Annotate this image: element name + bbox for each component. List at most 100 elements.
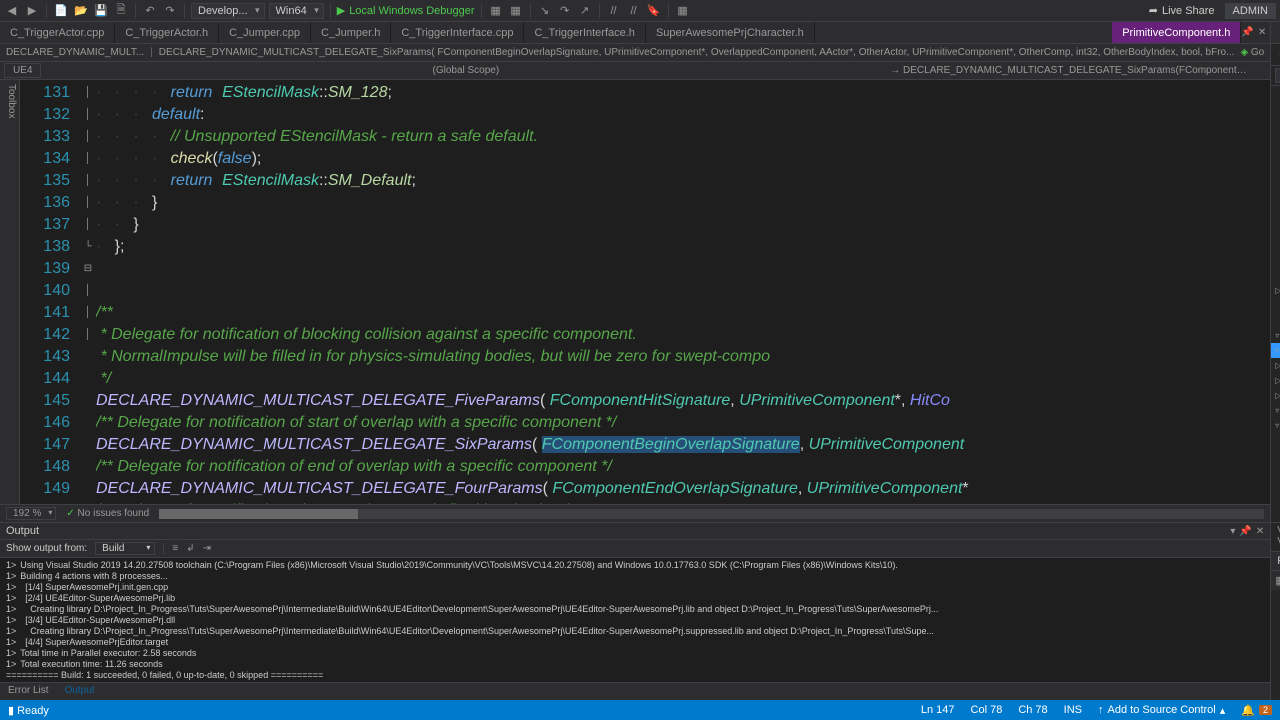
bc-go[interactable]: Go xyxy=(1240,47,1264,58)
se-tree-node[interactable]: ▿Source xyxy=(1271,403,1280,418)
redo-icon[interactable]: ↷ xyxy=(162,3,178,19)
se-tab[interactable]: VA View xyxy=(1271,523,1280,551)
se-tree-node[interactable]: C_Jumper.h xyxy=(1271,448,1280,463)
left-toolbox-tab[interactable]: Toolbox xyxy=(0,80,20,504)
se-tree-node[interactable]: ▷Config xyxy=(1271,388,1280,403)
se-search-input[interactable] xyxy=(1275,68,1280,83)
se-tree-node[interactable]: ▿SuperAwesomePrj xyxy=(1271,343,1280,358)
se-tree-node[interactable]: C_Jumper.cpp xyxy=(1271,433,1280,448)
file-tab[interactable]: C_TriggerActor.h xyxy=(115,22,219,43)
bottom-tab-errorlist[interactable]: Error List xyxy=(0,683,57,700)
se-tree-node[interactable]: ▷External Dependencies xyxy=(1271,373,1280,388)
output-next-icon[interactable]: ⇥ xyxy=(203,543,211,554)
scope-member[interactable]: → DECLARE_DYNAMIC_MULTICAST_DELEGATE_Six… xyxy=(890,65,1270,76)
issues-indicator[interactable]: No issues found xyxy=(66,508,149,519)
output-from-dropdown[interactable]: Build xyxy=(95,542,155,555)
platform-dropdown[interactable]: Win64 xyxy=(269,3,324,19)
tb-icon-1[interactable]: ▦ xyxy=(488,3,504,19)
main-toolbar: ◀ ▶ 📄 📂 💾 🗎 ↶ ↷ Develop... Win64 Local W… xyxy=(0,0,1280,22)
output-text[interactable]: Using Visual Studio 2019 14.20.27508 too… xyxy=(0,558,1270,682)
status-bar: ▮ Ready Ln 147 Col 78 Ch 78 INS ↑ Add to… xyxy=(0,700,1280,720)
props-cat-icon[interactable]: ▦ xyxy=(1275,574,1280,587)
se-tree-node[interactable]: VectorVM xyxy=(1271,178,1280,193)
se-tree-node[interactable]: Windows xyxy=(1271,253,1280,268)
status-col: Col 78 xyxy=(971,704,1003,716)
scope-global[interactable]: (Global Scope) xyxy=(41,65,890,76)
admin-badge[interactable]: ADMIN xyxy=(1225,3,1276,19)
se-tree-node[interactable]: C_TriggerActor.h xyxy=(1271,478,1280,493)
se-tree-node[interactable]: VulkanRHI xyxy=(1271,193,1280,208)
tb-uncomment-icon[interactable]: // xyxy=(626,3,642,19)
se-tree-node[interactable]: ▷ThirdParty xyxy=(1271,283,1280,298)
se-tree-node[interactable]: ▿SuperAwesomePrj xyxy=(1271,418,1280,433)
zoom-dropdown[interactable]: 192 % xyxy=(6,507,56,520)
output-wrap-icon[interactable]: ↲ xyxy=(186,543,194,554)
se-tree-node[interactable]: XmlParser xyxy=(1271,268,1280,283)
new-project-icon[interactable]: 📄 xyxy=(53,3,69,19)
file-tab[interactable]: C_TriggerInterface.h xyxy=(524,22,645,43)
nav-fwd-icon[interactable]: ▶ xyxy=(24,3,40,19)
bottom-tab-output[interactable]: Output xyxy=(57,683,103,700)
undo-icon[interactable]: ↶ xyxy=(142,3,158,19)
fold-gutter[interactable]: │││││││└ ⊟│││ xyxy=(80,80,96,504)
status-notifications[interactable]: 🔔2 xyxy=(1241,704,1272,717)
se-tree-node[interactable]: Ue4Game.Target.cs xyxy=(1271,313,1280,328)
output-clear-icon[interactable]: ≡ xyxy=(172,543,178,554)
properties-grid[interactable] xyxy=(1271,590,1280,700)
step-over-icon[interactable]: ↷ xyxy=(557,3,573,19)
bc-item[interactable]: DECLARE_DYNAMIC_MULTICAST_DELEGATE_SixPa… xyxy=(159,47,1235,58)
se-tree-node[interactable]: UtilityShaders xyxy=(1271,163,1280,178)
se-tree-node[interactable]: ▿Games xyxy=(1271,328,1280,343)
open-icon[interactable]: 📂 xyxy=(73,3,89,19)
file-tab[interactable]: SuperAwesomePrjCharacter.h xyxy=(646,22,815,43)
file-tab[interactable]: C_Jumper.h xyxy=(311,22,391,43)
se-home-icon[interactable]: ⌂ xyxy=(1275,48,1280,62)
bottom-tab-strip: Error List Output xyxy=(0,682,1270,700)
h-scrollbar[interactable] xyxy=(159,509,1264,519)
live-share-button[interactable]: Live Share xyxy=(1149,4,1215,17)
close-tab-icon[interactable]: ✕ xyxy=(1258,27,1266,38)
status-ins: INS xyxy=(1064,704,1082,716)
se-tree-node[interactable]: WebBrowser xyxy=(1271,208,1280,223)
se-tree-node[interactable]: UE4Editor.Target.cs xyxy=(1271,298,1280,313)
nav-back-icon[interactable]: ◀ xyxy=(4,3,20,19)
step-out-icon[interactable]: ↗ xyxy=(577,3,593,19)
se-tree-node[interactable]: TimeManagement xyxy=(1271,88,1280,103)
file-tab-active[interactable]: PrimitiveComponent.h xyxy=(1112,22,1241,43)
code-editor[interactable]: 1311321331341351361371381391401411421431… xyxy=(20,80,1270,504)
file-tab[interactable]: C_Jumper.cpp xyxy=(219,22,311,43)
se-tree-node[interactable]: UMG xyxy=(1271,118,1280,133)
se-tree[interactable]: TimeManagementToolboxUMGUnixUnrealAudioU… xyxy=(1271,86,1280,522)
file-tab[interactable]: C_TriggerInterface.cpp xyxy=(391,22,524,43)
output-dropdown-icon[interactable]: ▾ xyxy=(1230,526,1235,537)
tb-bookmark-icon[interactable]: 🔖 xyxy=(646,3,662,19)
status-source-control[interactable]: ↑ Add to Source Control ▴ xyxy=(1098,704,1225,717)
file-tab[interactable]: C_TriggerActor.cpp xyxy=(0,22,115,43)
tb-comment-icon[interactable]: // xyxy=(606,3,622,19)
save-all-icon[interactable]: 🗎 xyxy=(113,3,129,19)
step-into-icon[interactable]: ↘ xyxy=(537,3,553,19)
run-debugger-button[interactable]: Local Windows Debugger xyxy=(337,4,475,17)
scope-project[interactable]: UE4 xyxy=(4,63,41,78)
output-from-label: Show output from: xyxy=(6,543,87,554)
se-tree-node[interactable]: WebBrowserTexture xyxy=(1271,223,1280,238)
se-tree-node[interactable]: Unix xyxy=(1271,133,1280,148)
output-pin-icon[interactable]: 📌 xyxy=(1239,526,1251,537)
code-content[interactable]: · · · · return EStencilMask::SM_128; · ·… xyxy=(96,80,1270,504)
file-tab-strip: C_TriggerActor.cpp C_TriggerActor.h C_Ju… xyxy=(0,22,1270,44)
se-tree-node[interactable]: Toolbox xyxy=(1271,103,1280,118)
se-tree-node[interactable]: C_TriggerInterface.h xyxy=(1271,508,1280,522)
output-close-icon[interactable]: ✕ xyxy=(1256,526,1264,537)
scope-bar: UE4 (Global Scope) → DECLARE_DYNAMIC_MUL… xyxy=(0,62,1270,80)
tb-icon-2[interactable]: ▦ xyxy=(508,3,524,19)
bc-item[interactable]: DECLARE_DYNAMIC_MULT... xyxy=(6,47,144,58)
pin-tab-icon[interactable]: 📌 xyxy=(1241,27,1253,38)
se-tree-node[interactable]: UnrealAudio xyxy=(1271,148,1280,163)
se-tree-node[interactable]: C_TriggerInterface.cpp xyxy=(1271,493,1280,508)
se-tree-node[interactable]: C_TriggerActor.cpp xyxy=(1271,463,1280,478)
config-dropdown[interactable]: Develop... xyxy=(191,3,265,19)
tb-misc-icon[interactable]: ▦ xyxy=(675,3,691,19)
save-icon[interactable]: 💾 xyxy=(93,3,109,19)
se-tree-node[interactable]: WidgetCarousel xyxy=(1271,238,1280,253)
se-tree-node[interactable]: ▷References xyxy=(1271,358,1280,373)
